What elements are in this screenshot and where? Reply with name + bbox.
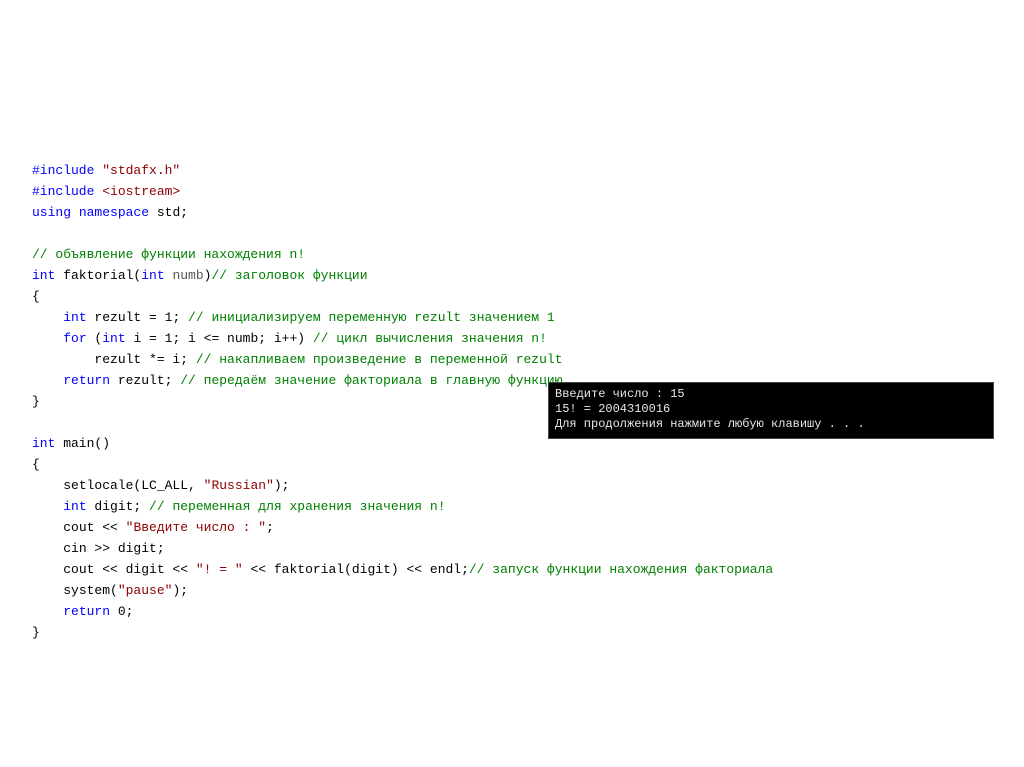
code-line: setlocale(LC_ALL, "Russian"); xyxy=(32,475,773,496)
keyword-namespace: namespace xyxy=(79,205,149,220)
code-line: using namespace std; xyxy=(32,202,773,223)
brace-open: { xyxy=(32,457,40,472)
code-line: cin >> digit; xyxy=(32,538,773,559)
code-line: // объявление функции нахождения n! xyxy=(32,244,773,265)
cout: cout << xyxy=(63,520,125,535)
brace-close: } xyxy=(32,394,40,409)
string-russian: "Russian" xyxy=(204,478,274,493)
code-line: int digit; // переменная для хранения зн… xyxy=(32,496,773,517)
stmt: rezult *= i; xyxy=(94,352,195,367)
var-decl: rezult = 1; xyxy=(87,310,188,325)
comment: // объявление функции нахождения n! xyxy=(32,247,305,262)
comment: // запуск функции нахождения факториала xyxy=(469,562,773,577)
preproc-include: #include xyxy=(32,163,102,178)
cin: cin >> digit; xyxy=(63,541,164,556)
cout: cout << digit << xyxy=(63,562,196,577)
code-line: } xyxy=(32,622,773,643)
comment: // цикл вычисления значения n! xyxy=(313,331,547,346)
code-line: #include "stdafx.h" xyxy=(32,160,773,181)
call-setlocale: setlocale(LC_ALL, xyxy=(63,478,203,493)
type-int: int xyxy=(102,331,125,346)
keyword-for: for xyxy=(63,331,86,346)
type-int: int xyxy=(141,268,164,283)
code-line: rezult *= i; // накапливаем произведение… xyxy=(32,349,773,370)
code-line: { xyxy=(32,286,773,307)
code-line: system("pause"); xyxy=(32,580,773,601)
comment: // передаём значение факториала в главну… xyxy=(180,373,562,388)
keyword-using: using xyxy=(32,205,71,220)
code-line: cout << "Введите число : "; xyxy=(32,517,773,538)
string-prompt: "Введите число : " xyxy=(126,520,266,535)
include-file: "stdafx.h" xyxy=(102,163,180,178)
type-int: int xyxy=(63,499,86,514)
comment: // переменная для хранения значения n! xyxy=(149,499,445,514)
preproc-include: #include xyxy=(32,184,102,199)
comment: // заголовок функции xyxy=(211,268,367,283)
brace-close: } xyxy=(32,625,40,640)
ident-std: std; xyxy=(149,205,188,220)
string-excl: "! = " xyxy=(196,562,243,577)
call-system: system( xyxy=(63,583,118,598)
type-int: int xyxy=(32,436,55,451)
code-line: for (int i = 1; i <= numb; i++) // цикл … xyxy=(32,328,773,349)
type-int: int xyxy=(32,268,55,283)
func-name: faktorial( xyxy=(55,268,141,283)
comment: // инициализируем переменную rezult знач… xyxy=(188,310,555,325)
console-line: 15! = 2004310016 xyxy=(555,402,987,417)
return-zero: 0; xyxy=(110,604,133,619)
code-line: int rezult = 1; // инициализируем переме… xyxy=(32,307,773,328)
keyword-return: return xyxy=(63,604,110,619)
code-line: { xyxy=(32,454,773,475)
comment: // накапливаем произведение в переменной… xyxy=(196,352,563,367)
console-line: Введите число : 15 xyxy=(555,387,987,402)
func-main: main() xyxy=(55,436,110,451)
return-expr: rezult; xyxy=(110,373,180,388)
code-line: cout << digit << "! = " << faktorial(dig… xyxy=(32,559,773,580)
blank-line xyxy=(32,223,773,244)
brace-open: { xyxy=(32,289,40,304)
type-int: int xyxy=(63,310,86,325)
code-line: return 0; xyxy=(32,601,773,622)
include-file: <iostream> xyxy=(102,184,180,199)
keyword-return: return xyxy=(63,373,110,388)
var-digit: digit; xyxy=(87,499,149,514)
console-output: Введите число : 15 15! = 2004310016 Для … xyxy=(548,382,994,439)
param-numb: numb xyxy=(165,268,204,283)
code-line: #include <iostream> xyxy=(32,181,773,202)
console-line: Для продолжения нажмите любую клавишу . … xyxy=(555,417,987,432)
code-line: int faktorial(int numb)// заголовок функ… xyxy=(32,265,773,286)
string-pause: "pause" xyxy=(118,583,173,598)
for-body: i = 1; i <= numb; i++) xyxy=(126,331,313,346)
